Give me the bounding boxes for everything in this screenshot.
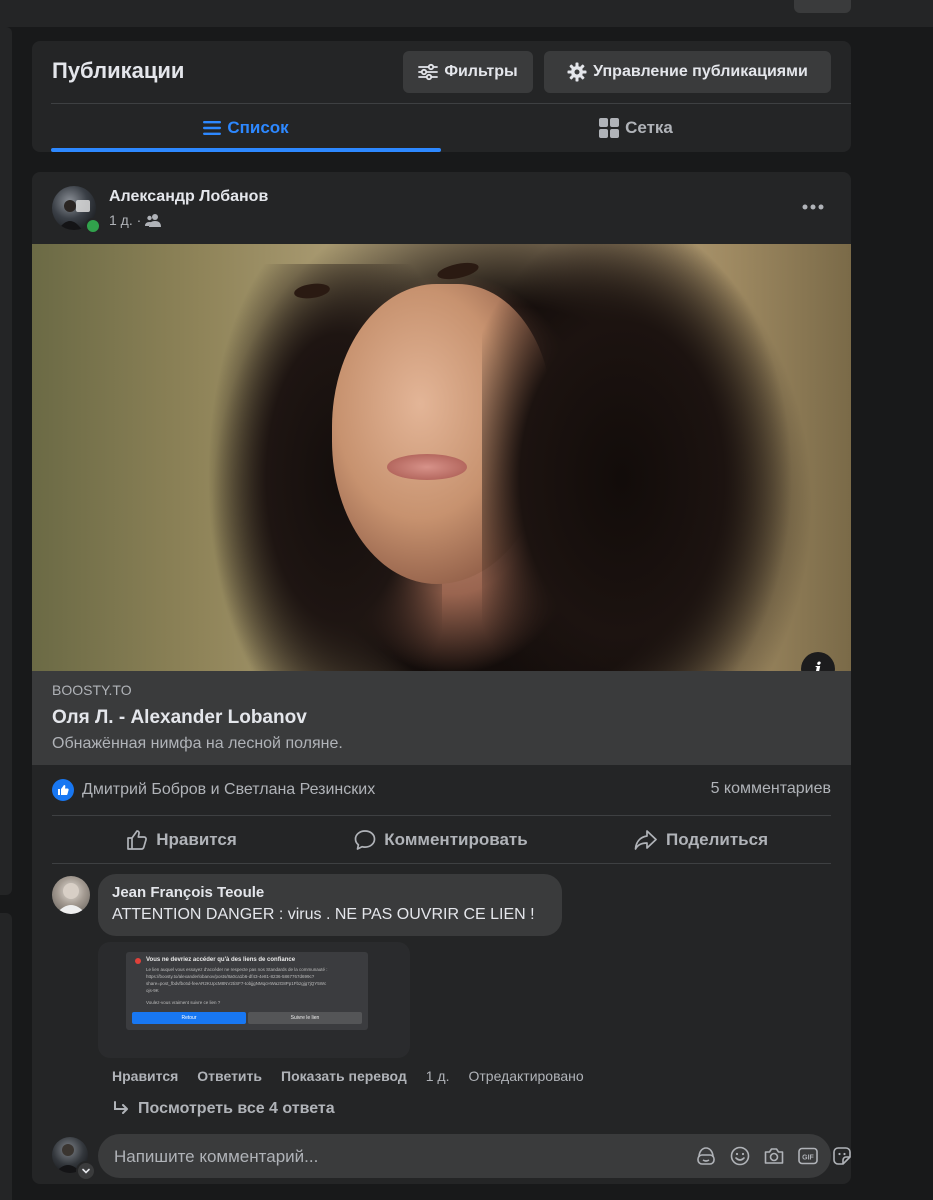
camera-icon[interactable] <box>763 1145 785 1167</box>
tab-grid-label: Сетка <box>625 117 673 137</box>
comment-edited-label: Отредактировано <box>468 1068 584 1084</box>
comment-like-link[interactable]: Нравится <box>112 1068 178 1084</box>
more-dots-icon <box>802 204 824 210</box>
gif-icon[interactable]: GIF <box>797 1145 819 1167</box>
post-card: Александр Лобанов 1 д. · i BOOSTY.TO Оля… <box>32 172 851 1184</box>
tab-grid[interactable]: Сетка <box>441 103 831 152</box>
manage-label: Управление публикациями <box>593 63 808 80</box>
like-button[interactable]: Нравится <box>52 823 311 857</box>
topbar-button[interactable] <box>794 0 851 13</box>
actions-top-divider <box>52 815 831 816</box>
post-actions: Нравится Комментировать Поделиться <box>52 817 831 863</box>
svg-text:GIF: GIF <box>802 1155 814 1162</box>
filters-button[interactable]: Фильтры <box>403 51 533 93</box>
left-panel-edge-lower <box>0 913 12 1200</box>
view-replies-link[interactable]: Посмотреть все 4 ответа <box>112 1100 335 1118</box>
comments-count[interactable]: 5 комментариев <box>711 780 831 798</box>
link-title: Оля Л. - Alexander Lobanov <box>52 707 307 728</box>
link-description: Обнажённая нимфа на лесной поляне. <box>52 735 343 752</box>
comment-attached-screenshot[interactable]: Vous ne devriez accéder qu'à des liens d… <box>98 942 410 1058</box>
comment-bubble: Jean François Teoule ATTENTION DANGER : … <box>98 874 562 936</box>
filters-icon <box>418 63 439 81</box>
chevron-down-icon[interactable] <box>76 1161 96 1181</box>
tab-list[interactable]: Список <box>51 103 441 152</box>
reply-arrow-icon <box>114 1101 128 1114</box>
filters-label: Фильтры <box>444 63 518 80</box>
link-domain: BOOSTY.TO <box>52 682 132 698</box>
friends-icon <box>145 214 162 227</box>
manage-posts-button[interactable]: Управление публикациями <box>544 51 831 93</box>
error-icon <box>135 958 141 964</box>
actions-bottom-divider <box>52 863 831 864</box>
thumbs-up-icon <box>127 830 148 850</box>
gear-icon <box>567 62 587 82</box>
page-title: Публикации <box>52 58 185 83</box>
comment-button[interactable]: Комментировать <box>311 823 571 857</box>
post-author-name[interactable]: Александр Лобанов <box>109 188 268 206</box>
publications-card: Публикации Фильтры Управление публикация… <box>32 41 851 152</box>
list-icon <box>203 120 222 135</box>
tab-list-label: Список <box>227 117 289 137</box>
post-more-options-button[interactable] <box>795 192 831 222</box>
like-reaction-icon <box>52 779 74 801</box>
comment-composer: GIF <box>98 1134 851 1180</box>
emoji-icon[interactable] <box>729 1145 751 1167</box>
comment-reply-link[interactable]: Ответить <box>197 1068 262 1084</box>
post-image[interactable] <box>32 244 851 671</box>
comment-actions: Нравится Ответить Показать перевод 1 д. … <box>112 1068 603 1084</box>
grid-icon <box>599 117 620 138</box>
warning-dialog-screenshot: Vous ne devriez accéder qu'à des liens d… <box>126 952 368 1030</box>
comment-translate-link[interactable]: Показать перевод <box>281 1068 407 1084</box>
comment-input[interactable] <box>112 1134 646 1180</box>
reactions-names: Дмитрий Бобров и Светлана Резинских <box>82 781 376 798</box>
sticker-icon[interactable] <box>831 1145 853 1167</box>
share-button[interactable]: Поделиться <box>571 823 831 857</box>
avatar-sticker-icon[interactable] <box>695 1145 717 1167</box>
post-meta: 1 д. · <box>109 212 162 228</box>
post-time[interactable]: 1 д. · <box>109 212 141 228</box>
online-status-dot <box>85 218 101 234</box>
comment-icon <box>354 830 376 850</box>
comment-time[interactable]: 1 д. <box>426 1068 450 1084</box>
active-tab-indicator <box>51 148 441 152</box>
top-bar <box>0 0 933 27</box>
comment-text: ATTENTION DANGER : virus . NE PAS OUVRIR… <box>112 906 535 923</box>
commenter-avatar[interactable] <box>52 876 90 914</box>
reactions-summary[interactable]: Дмитрий Бобров и Светлана Резинских <box>52 778 375 802</box>
left-panel-edge <box>0 27 12 895</box>
share-icon <box>634 830 657 850</box>
link-preview[interactable]: BOOSTY.TO Оля Л. - Alexander Lobanov Обн… <box>32 671 851 765</box>
comment-author[interactable]: Jean François Teoule <box>112 884 264 901</box>
